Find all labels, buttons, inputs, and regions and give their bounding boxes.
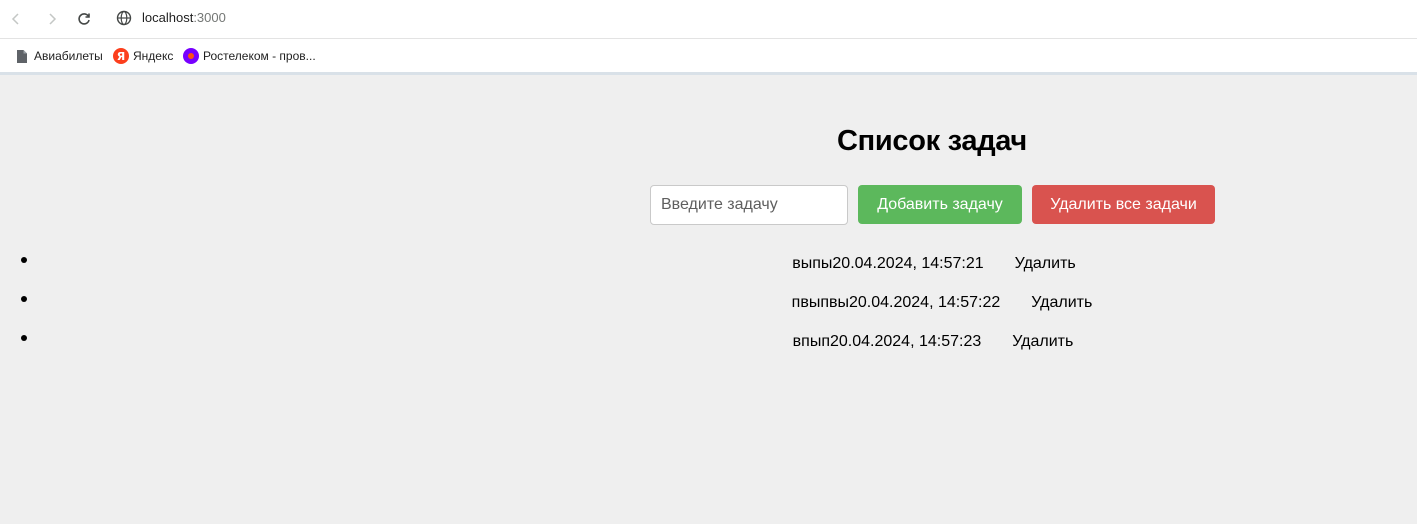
site-info-icon[interactable] bbox=[116, 10, 132, 26]
delete-task-button[interactable]: Удалить bbox=[1031, 293, 1092, 313]
bookmark-label: Ростелеком - пров... bbox=[203, 49, 316, 63]
task-name: пвыпвы bbox=[791, 294, 849, 311]
bookmarks-bar: Авиабилеты Я Яндекс Ростелеком - пров... bbox=[0, 39, 1417, 72]
task-list: выпы20.04.2024, 14:57:21 Удалить пвыпвы20… bbox=[0, 245, 1417, 362]
delete-all-tasks-button[interactable]: Удалить все задачи bbox=[1032, 185, 1215, 224]
forward-button[interactable] bbox=[42, 9, 62, 29]
bookmark-label: Авиабилеты bbox=[34, 49, 103, 63]
url-field[interactable]: localhost:3000 bbox=[142, 10, 226, 26]
task-name: выпы bbox=[792, 255, 833, 272]
page-title: Список задач bbox=[837, 125, 1027, 157]
reload-icon bbox=[78, 13, 90, 25]
task-controls: Добавить задачу Удалить все задачи bbox=[650, 184, 1215, 225]
yandex-icon: Я bbox=[113, 48, 129, 64]
bookmark-yandex[interactable]: Я Яндекс bbox=[113, 47, 173, 65]
task-name: впып bbox=[792, 333, 830, 350]
yandex-glyph: Я bbox=[113, 48, 129, 64]
delete-task-button[interactable]: Удалить bbox=[1015, 254, 1076, 274]
back-button[interactable] bbox=[6, 9, 26, 29]
task-date: 20.04.2024, 14:57:21 bbox=[832, 255, 984, 272]
arrow-right-icon bbox=[49, 13, 57, 25]
rostelecom-icon bbox=[183, 48, 199, 64]
reload-button[interactable] bbox=[74, 9, 94, 29]
bookmark-aviabilety[interactable]: Авиабилеты bbox=[14, 47, 103, 65]
arrow-left-icon bbox=[11, 13, 19, 25]
bookmark-rostelecom[interactable]: Ростелеком - пров... bbox=[183, 47, 316, 65]
globe-icon bbox=[116, 10, 132, 26]
browser-chrome: localhost:3000 Авиабилеты Я Яндекс Росте… bbox=[0, 0, 1417, 75]
bookmark-label: Яндекс bbox=[133, 49, 174, 63]
task-date: 20.04.2024, 14:57:22 bbox=[848, 294, 1001, 311]
task-date: 20.04.2024, 14:57:23 bbox=[829, 333, 982, 350]
page-icon bbox=[14, 48, 30, 64]
address-bar: localhost:3000 bbox=[0, 0, 1417, 38]
task-item: пвыпвы20.04.2024, 14:57:22 Удалить bbox=[0, 284, 1417, 323]
todo-page: Список задач Добавить задачу Удалить все… bbox=[0, 75, 1417, 524]
delete-task-button[interactable]: Удалить bbox=[1012, 332, 1073, 352]
url-host: localhost bbox=[142, 10, 194, 25]
task-item: выпы20.04.2024, 14:57:21 Удалить bbox=[0, 245, 1417, 284]
add-task-button[interactable]: Добавить задачу bbox=[858, 185, 1022, 224]
url-port: :3000 bbox=[193, 10, 226, 25]
task-input[interactable] bbox=[650, 184, 848, 225]
task-item: впып20.04.2024, 14:57:23 Удалить bbox=[0, 323, 1417, 362]
